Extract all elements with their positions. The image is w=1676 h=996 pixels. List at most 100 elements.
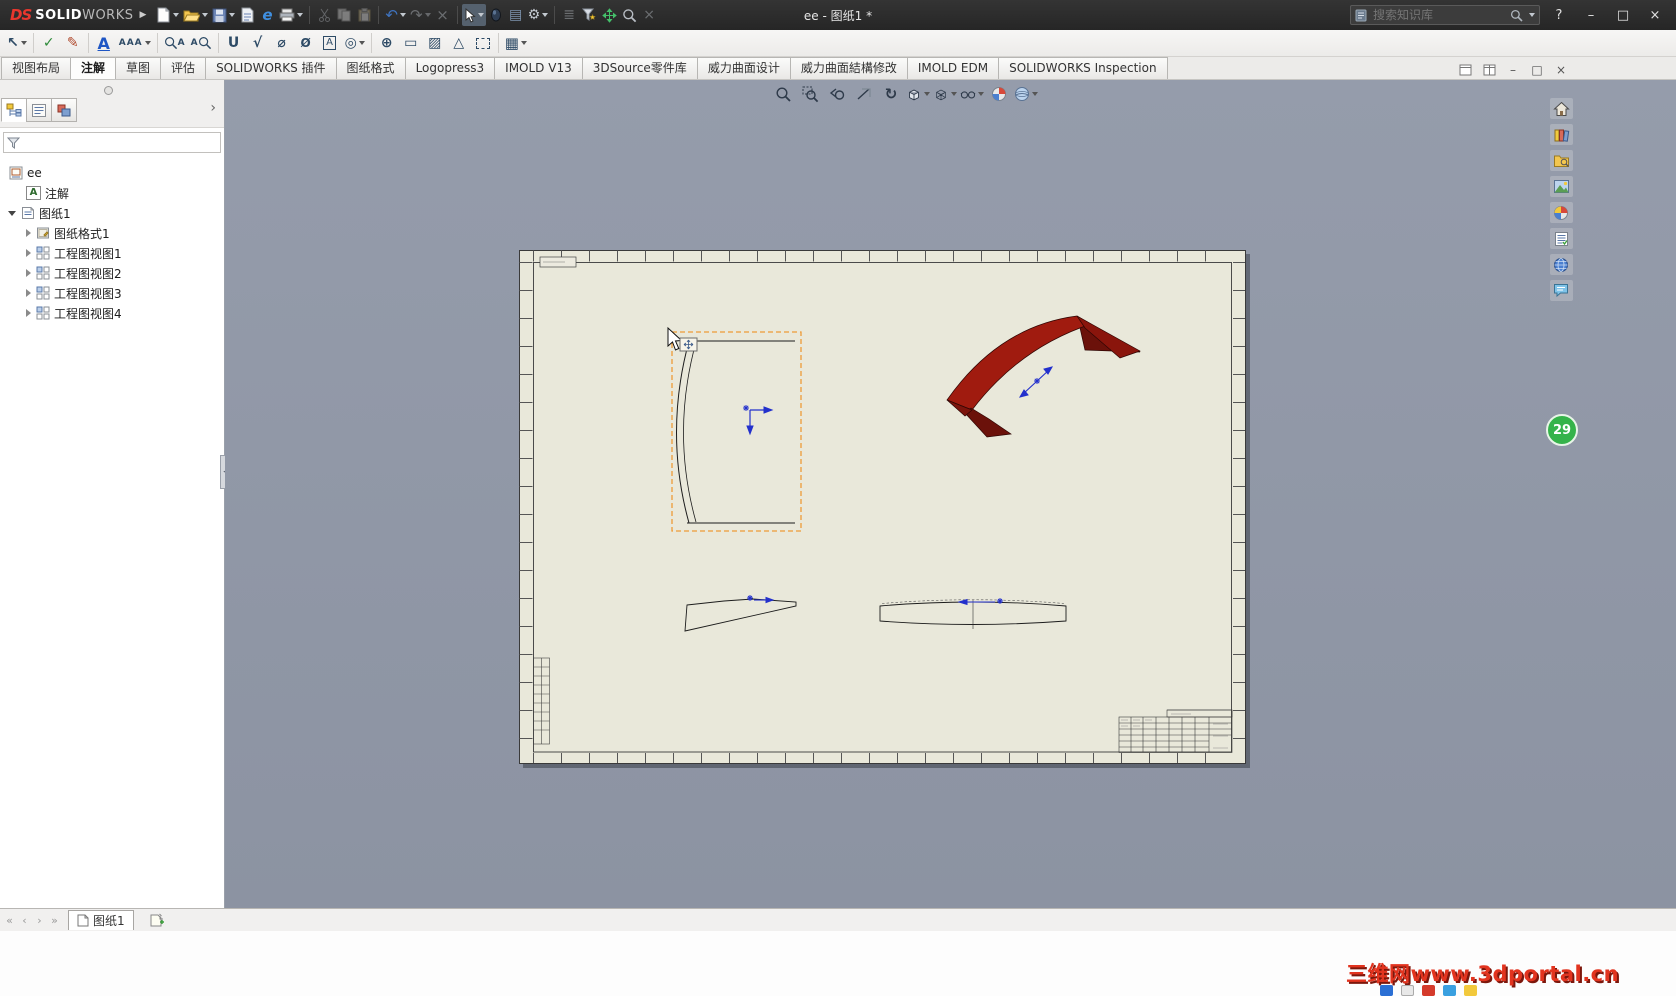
block-icon[interactable]: ▭ bbox=[399, 31, 423, 55]
graphics-area[interactable]: ↻ bbox=[225, 80, 1676, 908]
chat-badge[interactable]: 29 bbox=[1546, 414, 1578, 446]
surface-finish-icon[interactable]: √ bbox=[246, 31, 270, 55]
copy-button[interactable] bbox=[334, 4, 354, 26]
note-icon[interactable]: A bbox=[92, 31, 116, 55]
open-button[interactable] bbox=[181, 4, 210, 26]
doc-close-button[interactable]: × bbox=[1550, 61, 1572, 79]
doc-minimize-button[interactable]: – bbox=[1502, 61, 1524, 79]
options-button[interactable]: ⚙ bbox=[526, 4, 551, 26]
tab-power-surface-design[interactable]: 威力曲面设计 bbox=[696, 57, 791, 79]
tab-logopress3[interactable]: Logopress3 bbox=[404, 57, 496, 79]
tree-item-annotations[interactable]: A 注解 bbox=[0, 183, 224, 203]
first-sheet-button[interactable]: « bbox=[2, 911, 17, 929]
view-orientation-icon[interactable] bbox=[906, 83, 930, 105]
tab-power-surface-modify[interactable]: 威力曲面結構修改 bbox=[789, 57, 908, 79]
panel-splitter-handle[interactable] bbox=[104, 86, 113, 95]
file-explorer-icon[interactable] bbox=[1549, 150, 1573, 171]
cut-button[interactable] bbox=[314, 4, 334, 26]
tab-addins[interactable]: SOLIDWORKS 插件 bbox=[205, 57, 337, 79]
expand-caret-icon[interactable] bbox=[26, 289, 31, 297]
expand-caret-icon[interactable] bbox=[26, 309, 31, 317]
rotate-view-icon[interactable]: ↻ bbox=[879, 83, 903, 105]
maximize-button[interactable]: □ bbox=[1610, 5, 1636, 25]
section-view-icon[interactable] bbox=[852, 83, 876, 105]
tree-item-sheet1[interactable]: 图纸1 bbox=[0, 203, 224, 223]
hide-show-items-icon[interactable] bbox=[960, 83, 984, 105]
datum-target-icon[interactable]: ◎ bbox=[342, 31, 368, 55]
next-sheet-button[interactable]: › bbox=[32, 911, 47, 929]
zoom-button[interactable] bbox=[619, 4, 639, 26]
collapse-caret-icon[interactable] bbox=[8, 210, 16, 216]
linear-note-pattern-icon[interactable]: AAA bbox=[116, 31, 154, 55]
print-button[interactable] bbox=[277, 4, 305, 26]
geometric-tolerance-icon[interactable]: ⊕ bbox=[375, 31, 399, 55]
tab-inspection[interactable]: SOLIDWORKS Inspection bbox=[998, 57, 1168, 79]
zoom-fit-icon[interactable] bbox=[771, 83, 795, 105]
configurationmanager-tab[interactable] bbox=[51, 98, 77, 122]
redo-button[interactable]: ↷ bbox=[408, 4, 433, 26]
search-dropdown-icon[interactable] bbox=[1529, 13, 1535, 17]
add-sheet-button[interactable] bbox=[144, 910, 170, 930]
revision-cloud-icon[interactable] bbox=[471, 31, 495, 55]
area-hatch-icon[interactable]: ▨ bbox=[423, 31, 447, 55]
tab-view-layout[interactable]: 视图布局 bbox=[1, 57, 72, 79]
featuremanager-tab[interactable] bbox=[1, 98, 27, 122]
search-input[interactable] bbox=[1371, 7, 1506, 23]
spell-check-icon[interactable]: ✓ bbox=[37, 31, 61, 55]
leader-icon[interactable]: ↖ bbox=[4, 31, 30, 55]
tab-annotation[interactable]: 注解 bbox=[70, 57, 117, 79]
tree-item-view3[interactable]: 工程图视图3 bbox=[0, 283, 224, 303]
new-document-button[interactable] bbox=[154, 4, 181, 26]
last-sheet-button[interactable]: » bbox=[47, 911, 62, 929]
save-button[interactable] bbox=[210, 4, 237, 26]
doc-restore-button[interactable]: □ bbox=[1526, 61, 1548, 79]
previous-view-icon[interactable] bbox=[825, 83, 849, 105]
doc-window-icon-1[interactable] bbox=[1454, 61, 1476, 79]
tab-imold-v13[interactable]: IMOLD V13 bbox=[494, 57, 583, 79]
tree-item-view2[interactable]: 工程图视图2 bbox=[0, 263, 224, 283]
knowledge-search[interactable] bbox=[1350, 5, 1540, 25]
view-palette-icon[interactable] bbox=[1549, 176, 1573, 197]
tree-filter[interactable] bbox=[3, 132, 221, 153]
tree-filter-input[interactable] bbox=[24, 134, 217, 151]
tab-evaluate[interactable]: 评估 bbox=[160, 57, 207, 79]
tab-imold-edm[interactable]: IMOLD EDM bbox=[906, 57, 1000, 79]
close-button[interactable]: × bbox=[1642, 5, 1668, 25]
format-painter-icon[interactable]: ✎ bbox=[61, 31, 85, 55]
apply-scene-icon[interactable] bbox=[1014, 83, 1038, 105]
cosmetic-thread-icon[interactable]: Ø bbox=[294, 31, 318, 55]
datum-feature-icon[interactable]: A bbox=[318, 31, 342, 55]
make-drawing-button[interactable] bbox=[237, 4, 257, 26]
zoom-to-note-icon[interactable]: A bbox=[161, 31, 188, 55]
table-icon[interactable]: ▦ bbox=[502, 31, 530, 55]
display-style-icon[interactable] bbox=[933, 83, 957, 105]
view-settings-icon[interactable] bbox=[486, 4, 506, 26]
undo-button[interactable]: ↶ bbox=[383, 4, 408, 26]
solidworks-forum-icon[interactable] bbox=[1549, 254, 1573, 275]
user-community-icon[interactable] bbox=[1549, 280, 1573, 301]
propertymanager-tab[interactable] bbox=[26, 98, 52, 122]
tree-item-sheet-format1[interactable]: 图纸格式1 bbox=[0, 223, 224, 243]
tab-3dsource[interactable]: 3DSource零件库 bbox=[581, 57, 698, 79]
toolbars-icon[interactable]: ≣ bbox=[559, 4, 579, 26]
tab-sheet-format[interactable]: 图纸格式 bbox=[335, 57, 406, 79]
paste-button[interactable] bbox=[354, 4, 374, 26]
doc-window-icon-2[interactable] bbox=[1478, 61, 1500, 79]
hole-callout-icon[interactable]: ⌀ bbox=[270, 31, 294, 55]
tab-sketch[interactable]: 草图 bbox=[115, 57, 162, 79]
zoom-area-icon[interactable] bbox=[798, 83, 822, 105]
expand-caret-icon[interactable] bbox=[26, 249, 31, 257]
expand-caret-icon[interactable] bbox=[26, 229, 31, 237]
edit-appearance-icon[interactable] bbox=[987, 83, 1011, 105]
tree-item-view4[interactable]: 工程图视图4 bbox=[0, 303, 224, 323]
menu-expand-arrow-icon[interactable]: ▶ bbox=[140, 10, 147, 20]
custom-properties-icon[interactable] bbox=[1549, 228, 1573, 249]
previous-sheet-button[interactable]: ‹ bbox=[17, 911, 32, 929]
solidworks-resources-icon[interactable] bbox=[1549, 98, 1573, 119]
clear-button[interactable]: × bbox=[639, 4, 659, 26]
sheet-tab-1[interactable]: 图纸1 bbox=[68, 910, 134, 930]
find-note-icon[interactable]: A bbox=[188, 31, 215, 55]
appearances-scenes-icon[interactable] bbox=[1549, 202, 1573, 223]
tree-root-ee[interactable]: ee bbox=[0, 163, 224, 183]
search-icon[interactable] bbox=[1510, 9, 1523, 22]
